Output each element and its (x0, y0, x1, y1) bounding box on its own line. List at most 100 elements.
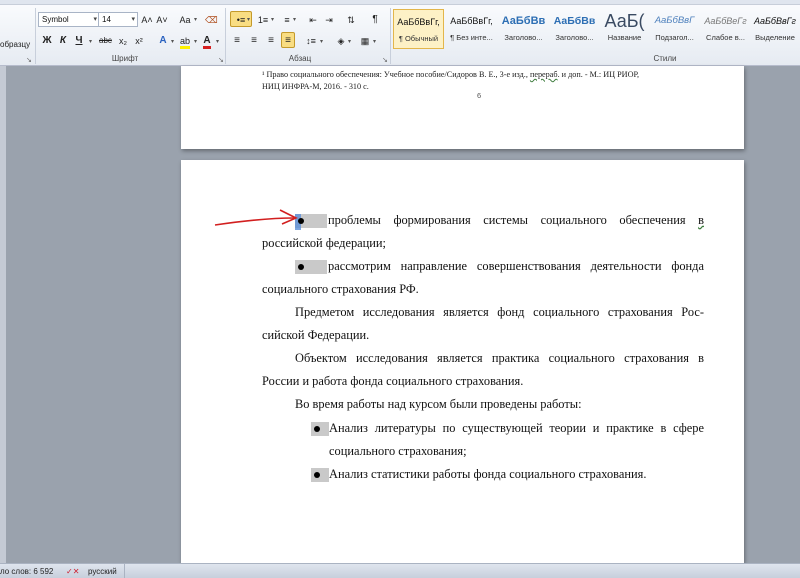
language-indicator[interactable]: русский (88, 567, 117, 576)
font-family-value: Symbol (42, 15, 69, 24)
style-name: Подзагол... (655, 33, 694, 42)
sort-icon[interactable]: ⇅ (344, 11, 358, 27)
footnote: ¹ Право социального обеспечения: Учебное… (262, 69, 702, 93)
style-preview: АаБ( (604, 11, 645, 31)
group-separator (35, 8, 36, 64)
bullet1-line1: проблемы формирования системы социальног… (328, 213, 704, 228)
style-heading-1[interactable]: АаБбВв Заголово... (498, 9, 549, 49)
status-separator (124, 564, 125, 578)
strikethrough-button[interactable]: abc (98, 32, 113, 48)
align-center-icon[interactable]: ≡ (247, 32, 261, 48)
para3-line1: Во время работы над курсом были проведен… (295, 397, 582, 411)
group-separator (390, 8, 391, 64)
footnote-text-underlined: перераб (529, 70, 558, 79)
paragraph-group-label: Абзац (288, 54, 312, 63)
italic-button[interactable]: К (56, 32, 70, 48)
bullet1-text-end: в (698, 213, 704, 227)
bullet-dot-icon (314, 472, 320, 478)
format-painter-button[interactable]: образцу (0, 40, 30, 49)
style-subtle-emphasis[interactable]: АаБбВеГг Слабое в... (700, 9, 751, 49)
bullet2-line2: социального страхования РФ. (262, 282, 419, 296)
change-case-button[interactable]: Aa (178, 11, 192, 27)
style-name: Заголово... (504, 33, 543, 42)
shrink-font-button[interactable]: A˅ (155, 11, 169, 27)
chevron-down-icon[interactable]: ▾ (271, 16, 274, 23)
multilevel-list-icon[interactable]: ≡ (280, 11, 294, 27)
style-name: Выделение (755, 33, 795, 42)
style-title[interactable]: АаБ( Название (599, 9, 650, 49)
styles-group-label: Стили (653, 54, 677, 63)
page-number: 6 (477, 91, 482, 100)
shading-icon[interactable]: ◈ (334, 32, 348, 48)
clear-format-icon[interactable]: ⌫ (204, 11, 219, 27)
pilcrow-button[interactable]: ¶ (368, 11, 382, 27)
increase-indent-icon[interactable]: ⇥ (322, 11, 336, 27)
style-subtitle[interactable]: АаБбВвГ Подзагол... (649, 9, 700, 49)
clipboard-launcher-icon[interactable]: ↘ (26, 56, 32, 64)
style-name: Название (607, 33, 642, 42)
borders-icon[interactable]: ▦ (358, 32, 372, 48)
chevron-down-icon[interactable]: ▾ (373, 38, 376, 45)
grow-font-button[interactable]: A˄ (140, 11, 154, 27)
style-emphasis[interactable]: АаБбВвГг Выделение (750, 9, 800, 49)
spellcheck-icon[interactable]: ✓✕ (66, 567, 79, 576)
align-right-icon[interactable]: ≡ (264, 32, 278, 48)
style-heading-2[interactable]: АаБбВв Заголово... (549, 9, 600, 49)
underline-button[interactable]: Ч (72, 32, 86, 48)
chevron-down-icon[interactable]: ▾ (194, 38, 197, 45)
chevron-down-icon[interactable]: ▾ (93, 15, 97, 23)
word-count[interactable]: ло слов: 6 592 (0, 567, 53, 576)
style-preview: АаБбВвГг, (397, 17, 440, 27)
style-preview: АаБбВв (501, 15, 546, 27)
decrease-indent-icon[interactable]: ⇤ (306, 11, 320, 27)
para1-line2: сийской Федерации. (262, 328, 370, 342)
bullet1-text: проблемы формирования системы социальног… (328, 213, 699, 227)
chevron-down-icon[interactable]: ▾ (320, 38, 323, 45)
group-separator (225, 8, 226, 64)
style-preview: АаБбВв (553, 15, 596, 27)
chevron-down-icon[interactable]: ▾ (194, 16, 197, 23)
vertical-ruler-strip (0, 66, 6, 563)
font-size-value: 14 (102, 15, 111, 24)
bullet-marker[interactable] (311, 422, 329, 436)
ribbon: образцу ↘ Symbol ▾ 14 ▾ A˄ A˅ Aa ▾ ⌫ Ж К… (0, 0, 800, 66)
bold-button[interactable]: Ж (40, 32, 54, 48)
font-family-select[interactable]: Symbol ▾ (38, 12, 100, 27)
chevron-down-icon[interactable]: ▾ (171, 38, 174, 45)
font-color-icon[interactable]: A (200, 32, 214, 49)
line-spacing-icon[interactable]: ↕≡ (304, 32, 318, 48)
style-name: ¶ Без инте... (450, 33, 493, 42)
bullet-dot-icon (298, 264, 304, 270)
style-no-spacing[interactable]: АаБбВвГг, ¶ Без инте... (446, 9, 497, 49)
style-name: Заголово... (555, 33, 594, 42)
bullet2-line1: рассмотрим направление совершенствования… (328, 259, 704, 273)
font-size-select[interactable]: 14 ▾ (98, 12, 138, 27)
style-name: Слабое в... (706, 33, 745, 42)
chevron-down-icon[interactable]: ▾ (293, 16, 296, 23)
status-bar: ло слов: 6 592 ✓✕ русский (0, 563, 800, 578)
chevron-down-icon[interactable]: ▾ (131, 15, 135, 23)
sub1-line2: социального страхования; (329, 444, 467, 458)
text-effects-icon[interactable]: A (156, 32, 170, 48)
align-left-icon[interactable]: ≡ (230, 32, 244, 48)
style-normal[interactable]: АаБбВвГг, ¶ Обычный (393, 9, 444, 49)
numbering-icon[interactable]: 1≡ (256, 11, 270, 27)
previous-page[interactable]: ¹ Право социального обеспечения: Учебное… (181, 66, 744, 149)
superscript-button[interactable]: x² (132, 32, 146, 48)
style-name: ¶ Обычный (398, 34, 439, 43)
bullet-dot-icon (314, 426, 320, 432)
paragraph-launcher-icon[interactable]: ↘ (382, 56, 388, 64)
chevron-down-icon[interactable]: ▾ (89, 38, 92, 45)
bullet1-line2: российской федерации; (262, 236, 386, 250)
chevron-down-icon[interactable]: ▾ (216, 38, 219, 45)
justify-button[interactable]: ≡ (281, 32, 295, 48)
highlight-icon[interactable]: ab (178, 32, 192, 49)
bullet-marker[interactable] (311, 468, 329, 482)
chevron-down-icon[interactable]: ▾ (247, 16, 250, 23)
font-launcher-icon[interactable]: ↘ (218, 56, 224, 64)
bullet-marker[interactable] (295, 260, 327, 274)
chevron-down-icon[interactable]: ▾ (348, 38, 351, 45)
subscript-button[interactable]: x₂ (116, 32, 130, 48)
sub1-line1: Анализ литературы по существующей теории… (329, 421, 704, 435)
style-preview: АаБбВеГг (704, 16, 747, 26)
